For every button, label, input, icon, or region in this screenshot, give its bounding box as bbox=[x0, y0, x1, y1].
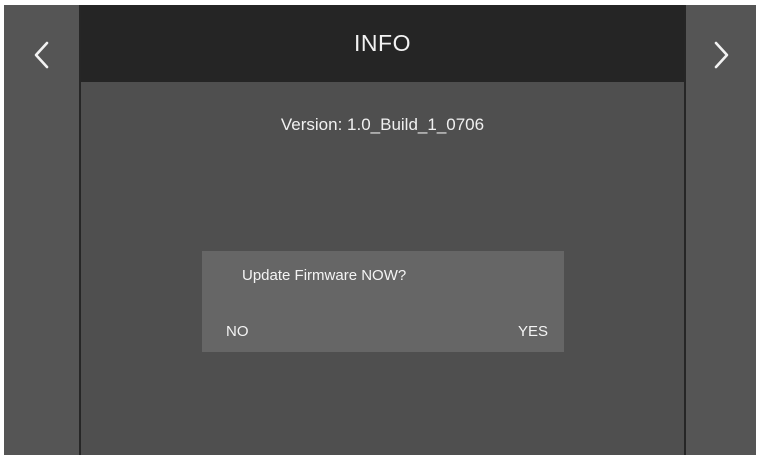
page-title: INFO bbox=[354, 30, 411, 56]
right-nav-panel bbox=[686, 5, 756, 455]
yes-button[interactable]: YES bbox=[518, 323, 548, 340]
left-nav-panel bbox=[4, 5, 79, 455]
prev-page-button[interactable] bbox=[24, 37, 60, 73]
next-page-button[interactable] bbox=[703, 37, 739, 73]
firmware-update-dialog: Update Firmware NOW? NO YES bbox=[202, 251, 564, 352]
chevron-right-icon bbox=[714, 41, 729, 69]
version-text: Version: 1.0_Build_1_0706 bbox=[280, 115, 485, 134]
title-bar: INFO bbox=[81, 5, 684, 82]
info-content: Version: 1.0_Build_1_0706 Update Firmwar… bbox=[81, 82, 684, 455]
dialog-question: Update Firmware NOW? bbox=[242, 267, 407, 284]
device-screen: INFO Version: 1.0_Build_1_0706 Update Fi… bbox=[4, 5, 756, 455]
chevron-left-icon bbox=[34, 41, 48, 69]
no-button[interactable]: NO bbox=[226, 323, 249, 340]
